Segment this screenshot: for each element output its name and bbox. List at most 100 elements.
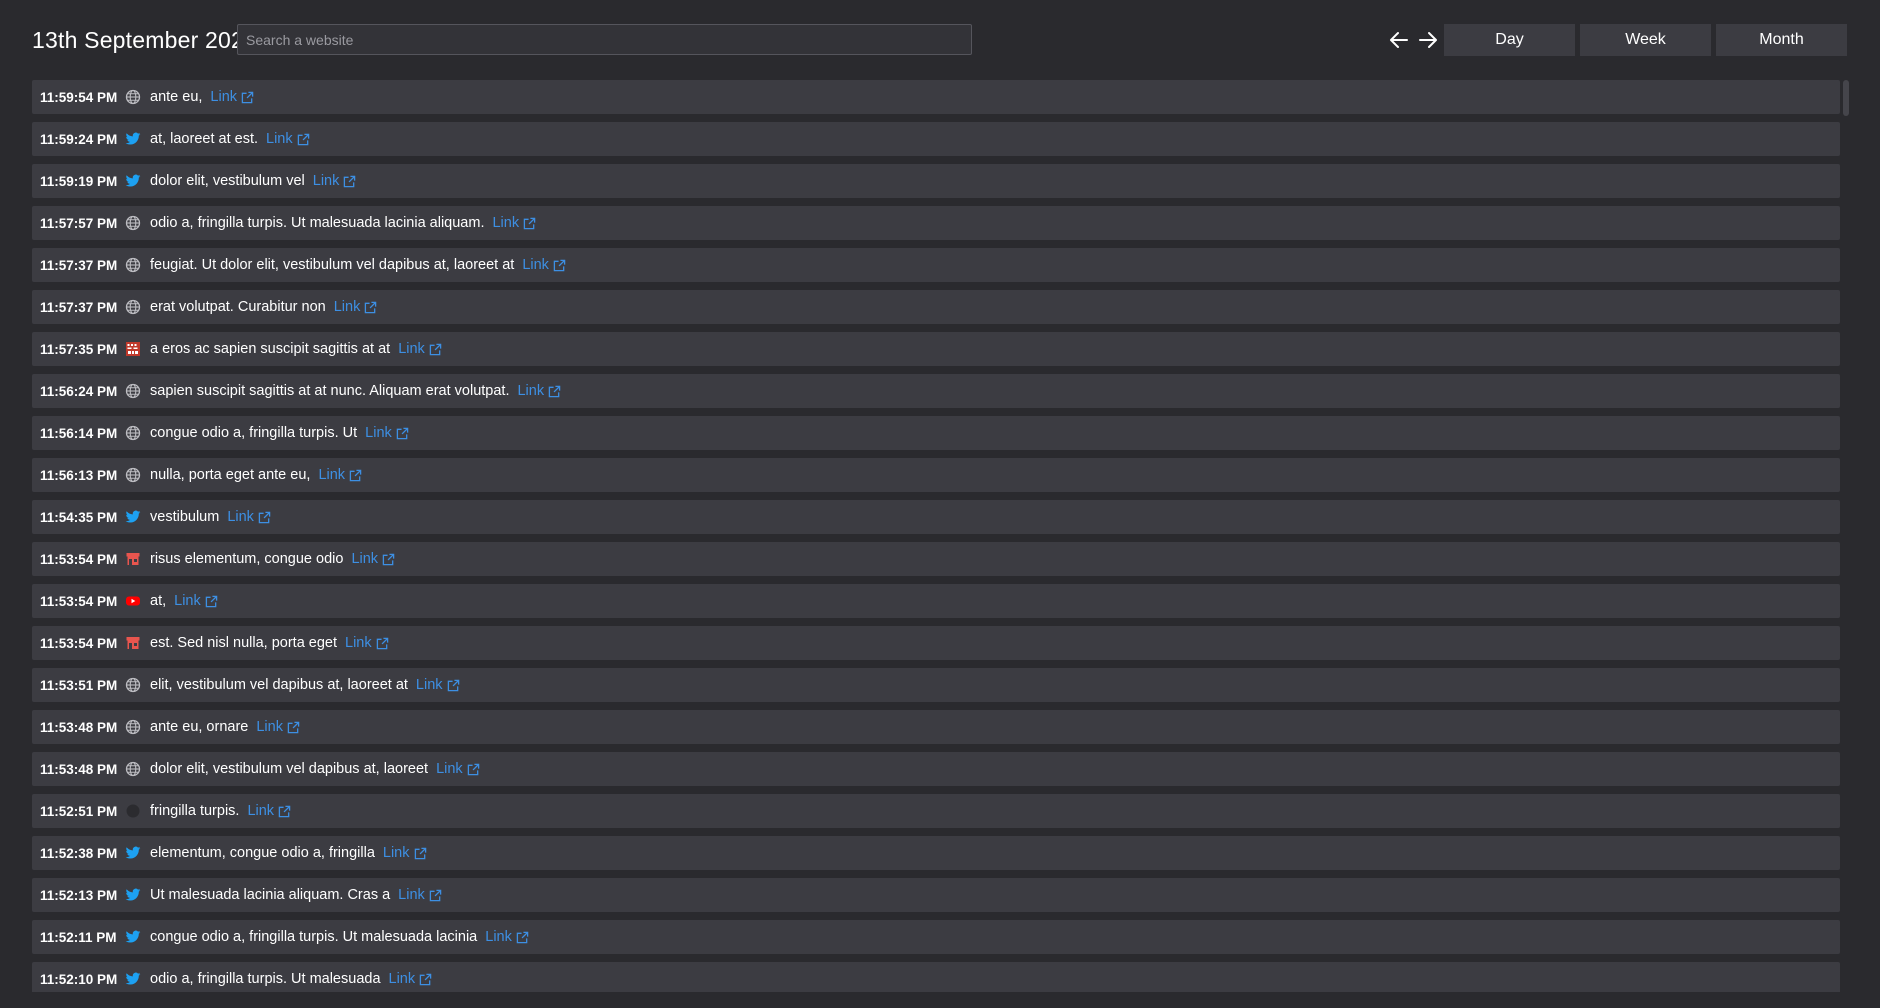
week-button[interactable]: Week [1580, 24, 1711, 56]
history-row[interactable]: 11:59:19 PM dolor elit, vestibulum vel Lin… [32, 164, 1840, 198]
page-title-text: nulla, porta eget ante eu, [150, 467, 311, 483]
link-label: Link [522, 257, 549, 273]
external-link-icon [392, 427, 409, 440]
link-label: Link [312, 173, 340, 189]
open-link[interactable]: Link [174, 593, 218, 609]
external-link-icon [425, 343, 442, 356]
visit-time: 11:52:38 PM [40, 845, 118, 861]
open-link[interactable]: Link [492, 215, 536, 231]
history-row[interactable]: 11:57:37 PM erat volutpat. Curabitur non L… [32, 290, 1840, 324]
link-label: Link [517, 383, 545, 399]
open-link[interactable]: Link [398, 887, 442, 903]
open-link[interactable]: Link [522, 257, 566, 273]
open-link[interactable]: Link [517, 383, 561, 399]
external-link-icon [549, 259, 566, 272]
day-button[interactable]: Day [1444, 24, 1575, 56]
twitter-icon [124, 508, 142, 526]
header-bar: 13th September 2020 Day Week Month [0, 0, 1880, 80]
page-title-text: Ut malesuada lacinia aliquam. Cras a [150, 887, 391, 903]
history-row[interactable]: 11:53:48 PM ante eu, ornare Link [32, 710, 1840, 744]
history-row[interactable]: 11:53:54 PM at, Link [32, 584, 1840, 618]
link-label: Link [415, 677, 443, 693]
history-row[interactable]: 11:53:54 PM risus elementum, congue odio L… [32, 542, 1840, 576]
open-link[interactable]: Link [365, 425, 409, 441]
visit-time: 11:56:13 PM [40, 467, 118, 483]
open-link[interactable]: Link [318, 467, 362, 483]
external-link-icon [274, 805, 291, 818]
page-title-text: a eros ac sapien suscipit sagittis at at [150, 341, 391, 357]
history-list: 11:59:54 PM ante eu, Link 11:59:24 PM at, la… [32, 80, 1840, 992]
open-link[interactable]: Link [436, 761, 480, 777]
search-input[interactable] [237, 24, 972, 55]
arrow-right-icon[interactable] [1416, 28, 1440, 52]
twitter-icon [124, 970, 142, 988]
history-row[interactable]: 11:53:48 PM dolor elit, vestibulum vel da… [32, 752, 1840, 786]
history-row[interactable]: 11:52:11 PM congue odio a, fringilla turp… [32, 920, 1840, 954]
open-link[interactable]: Link [398, 341, 442, 357]
globe-icon [124, 214, 142, 232]
link-label: Link [210, 89, 238, 105]
open-link[interactable]: Link [334, 299, 378, 315]
history-row[interactable]: 11:52:13 PM Ut malesuada lacinia aliquam.… [32, 878, 1840, 912]
open-link[interactable]: Link [227, 509, 271, 525]
globe-icon [124, 718, 142, 736]
visit-time: 11:52:11 PM [40, 929, 117, 945]
open-link[interactable]: Link [266, 131, 310, 147]
history-row[interactable]: 11:52:51 PM fringilla turpis. Link [32, 794, 1840, 828]
external-link-icon [378, 553, 395, 566]
link-label: Link [318, 467, 346, 483]
link-label: Link [247, 803, 275, 819]
link-label: Link [256, 719, 283, 735]
history-row[interactable]: 11:53:54 PM est. Sed nisl nulla, porta eg… [32, 626, 1840, 660]
globe-icon [124, 424, 142, 442]
history-row[interactable]: 11:59:24 PM at, laoreet at est. Link [32, 122, 1840, 156]
page-title-text: ante eu, ornare [150, 719, 249, 735]
open-link[interactable]: Link [210, 89, 254, 105]
open-link[interactable]: Link [345, 635, 389, 651]
page-title-text: congue odio a, fringilla turpis. Ut male… [150, 929, 478, 945]
link-label: Link [333, 299, 361, 315]
visit-time: 11:52:51 PM [40, 803, 118, 819]
page-title-text: fringilla turpis. [150, 803, 240, 819]
open-link[interactable]: Link [416, 677, 460, 693]
external-link-icon [519, 217, 536, 230]
open-link[interactable]: Link [351, 551, 395, 567]
open-link[interactable]: Link [389, 971, 433, 987]
history-row[interactable]: 11:56:13 PM nulla, porta eget ante eu, Lin… [32, 458, 1840, 492]
twitter-icon [124, 172, 142, 190]
history-row[interactable]: 11:59:54 PM ante eu, Link [32, 80, 1840, 114]
link-label: Link [266, 131, 293, 147]
external-link-icon [443, 679, 460, 692]
open-link[interactable]: Link [383, 845, 427, 861]
history-row[interactable]: 11:56:14 PM congue odio a, fringilla turp… [32, 416, 1840, 450]
page-title-text: est. Sed nisl nulla, porta eget [150, 635, 338, 651]
open-link[interactable]: Link [256, 719, 300, 735]
history-row[interactable]: 11:57:35 PM a eros ac sapien suscipit sag… [32, 332, 1840, 366]
visit-time: 11:53:54 PM [40, 551, 118, 567]
page-title-text: sapien suscipit sagittis at at nunc. Ali… [150, 383, 510, 399]
visit-time: 11:53:54 PM [40, 593, 118, 609]
dark-circle-icon [124, 802, 142, 820]
history-row[interactable]: 11:53:51 PM elit, vestibulum vel dapibus … [32, 668, 1840, 702]
history-row[interactable]: 11:52:38 PM elementum, congue odio a, fri… [32, 836, 1840, 870]
youtube-icon [124, 592, 142, 610]
external-link-icon [345, 469, 362, 482]
history-row[interactable]: 11:56:24 PM sapien suscipit sagittis at a… [32, 374, 1840, 408]
arrow-left-icon[interactable] [1387, 28, 1411, 52]
globe-icon [124, 88, 142, 106]
visit-time: 11:56:24 PM [40, 383, 118, 399]
open-link[interactable]: Link [247, 803, 291, 819]
page-title-text: elementum, congue odio a, fringilla [150, 845, 375, 861]
history-row[interactable]: 11:54:35 PM vestibulum Link [32, 500, 1840, 534]
month-button[interactable]: Month [1716, 24, 1847, 56]
open-link[interactable]: Link [485, 929, 529, 945]
history-row[interactable]: 11:57:57 PM odio a, fringilla turpis. Ut … [32, 206, 1840, 240]
scrollbar[interactable] [1843, 80, 1849, 116]
history-row[interactable]: 11:57:37 PM feugiat. Ut dolor elit, vesti… [32, 248, 1840, 282]
visit-time: 11:52:10 PM [40, 971, 118, 987]
open-link[interactable]: Link [313, 173, 357, 189]
history-row[interactable]: 11:52:10 PM odio a, fringilla turpis. Ut … [32, 962, 1840, 992]
globe-icon [124, 298, 142, 316]
link-label: Link [382, 845, 410, 861]
page-title-text: odio a, fringilla turpis. Ut malesuada l… [150, 215, 485, 231]
